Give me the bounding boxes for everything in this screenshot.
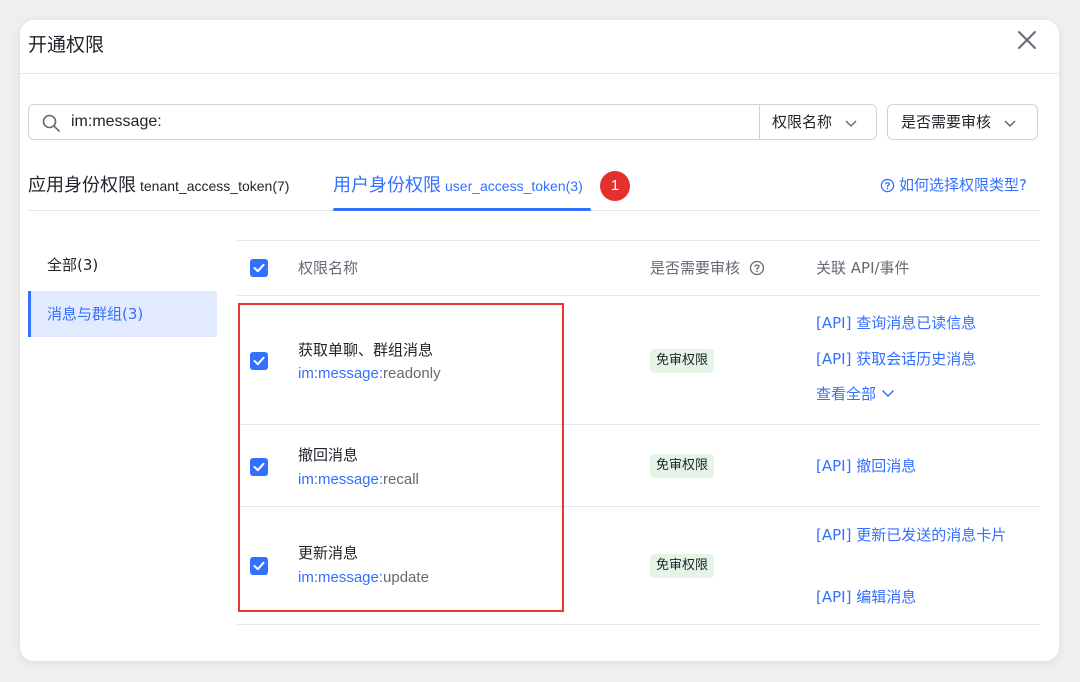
permission-code-suffix: readonly xyxy=(383,365,441,382)
sidebar-item-messages[interactable]: 消息与群组(3) xyxy=(28,291,217,337)
help-link[interactable]: 如何选择权限类型? xyxy=(880,174,1027,195)
header-divider xyxy=(20,73,1059,74)
row-checkbox[interactable] xyxy=(250,352,268,370)
permission-name: 更新消息 xyxy=(298,544,359,562)
permission-code-prefix: im:message: xyxy=(298,569,384,586)
review-select[interactable]: 是否需要审核 xyxy=(887,104,1038,140)
table-row: 获取单聊、群组消息 im:message:readonly 免审权限 [API]… xyxy=(237,296,1039,425)
active-tab-indicator xyxy=(333,208,591,211)
search-input[interactable] xyxy=(71,105,751,139)
header-review-label: 是否需要审核 xyxy=(650,259,741,277)
help-link-label: 如何选择权限类型? xyxy=(899,176,1027,194)
check-icon xyxy=(253,263,265,273)
api-link[interactable]: [API] 撤回消息 xyxy=(816,453,916,479)
dialog-title: 开通权限 xyxy=(28,34,105,56)
question-circle-icon[interactable] xyxy=(749,260,765,276)
view-all-label: 查看全部 xyxy=(816,385,877,403)
review-free-tag: 免审权限 xyxy=(650,454,715,478)
permission-name: 撤回消息 xyxy=(298,446,359,464)
search-icon xyxy=(41,113,61,133)
table-header: 权限名称 是否需要审核 关联 API/事件 xyxy=(237,240,1039,296)
header-review: 是否需要审核 xyxy=(650,241,765,295)
check-icon xyxy=(253,462,265,472)
tab-user-permissions[interactable]: 用户身份权限 user_access_token(3) xyxy=(333,171,583,197)
check-icon xyxy=(253,356,265,366)
permission-dialog: 开通权限 权限名称 是否需要审核 应用身份权限tenant_access_tok… xyxy=(20,20,1059,661)
row-checkbox[interactable] xyxy=(250,458,268,476)
view-all-link[interactable]: 查看全部 xyxy=(816,381,895,407)
table-row: 更新消息 im:message:update 免审权限 [API] 更新已发送的… xyxy=(237,507,1039,625)
search-box: 权限名称 xyxy=(28,104,877,140)
review-select-label: 是否需要审核 xyxy=(901,113,992,131)
tab-sublabel: user_access_token(3) xyxy=(445,178,583,194)
chevron-down-icon xyxy=(881,389,894,398)
tab-label: 应用身份权限 xyxy=(28,175,136,196)
chevron-down-icon xyxy=(1004,106,1016,140)
row-checkbox[interactable] xyxy=(250,557,268,575)
tab-app-permissions[interactable]: 应用身份权限 tenant_access_token(7) xyxy=(28,171,289,197)
table-row: 撤回消息 im:message:recall 免审权限 [API] 撤回消息 xyxy=(237,425,1039,507)
api-link[interactable]: [API] 查询消息已读信息 xyxy=(816,310,976,336)
sidebar-item-all[interactable]: 全部(3) xyxy=(28,242,217,288)
question-circle-icon xyxy=(880,178,895,193)
tab-label: 用户身份权限 xyxy=(333,175,441,196)
api-link[interactable]: [API] 获取会话历史消息 xyxy=(816,346,976,372)
tab-sublabel: tenant_access_token(7) xyxy=(140,178,290,194)
step-badge: 1 xyxy=(600,171,630,201)
permission-code-prefix: im:message: xyxy=(298,471,384,488)
select-all-checkbox[interactable] xyxy=(250,259,268,277)
header-api: 关联 API/事件 xyxy=(816,259,910,277)
permission-code: im:message:recall xyxy=(298,471,419,488)
check-icon xyxy=(253,561,265,571)
field-select[interactable]: 权限名称 xyxy=(772,105,857,139)
header-permission-name: 权限名称 xyxy=(298,259,359,277)
permission-code: im:message:update xyxy=(298,569,429,586)
review-free-tag: 免审权限 xyxy=(650,349,715,373)
api-link[interactable]: [API] 更新已发送的消息卡片 xyxy=(816,522,1016,548)
permission-code-suffix: update xyxy=(383,569,429,586)
permission-code: im:message:readonly xyxy=(298,365,441,382)
field-select-label: 权限名称 xyxy=(772,113,833,131)
permission-table: 权限名称 是否需要审核 关联 API/事件 获取单聊、群组消息 im:messa… xyxy=(237,240,1039,625)
close-icon[interactable] xyxy=(1015,28,1039,52)
permission-name: 获取单聊、群组消息 xyxy=(298,341,434,359)
permission-code-suffix: recall xyxy=(383,471,419,488)
api-link[interactable]: [API] 编辑消息 xyxy=(816,584,916,610)
search-separator xyxy=(759,105,760,139)
chevron-down-icon xyxy=(845,106,857,140)
review-free-tag: 免审权限 xyxy=(650,554,715,578)
permission-code-prefix: im:message: xyxy=(298,365,384,382)
